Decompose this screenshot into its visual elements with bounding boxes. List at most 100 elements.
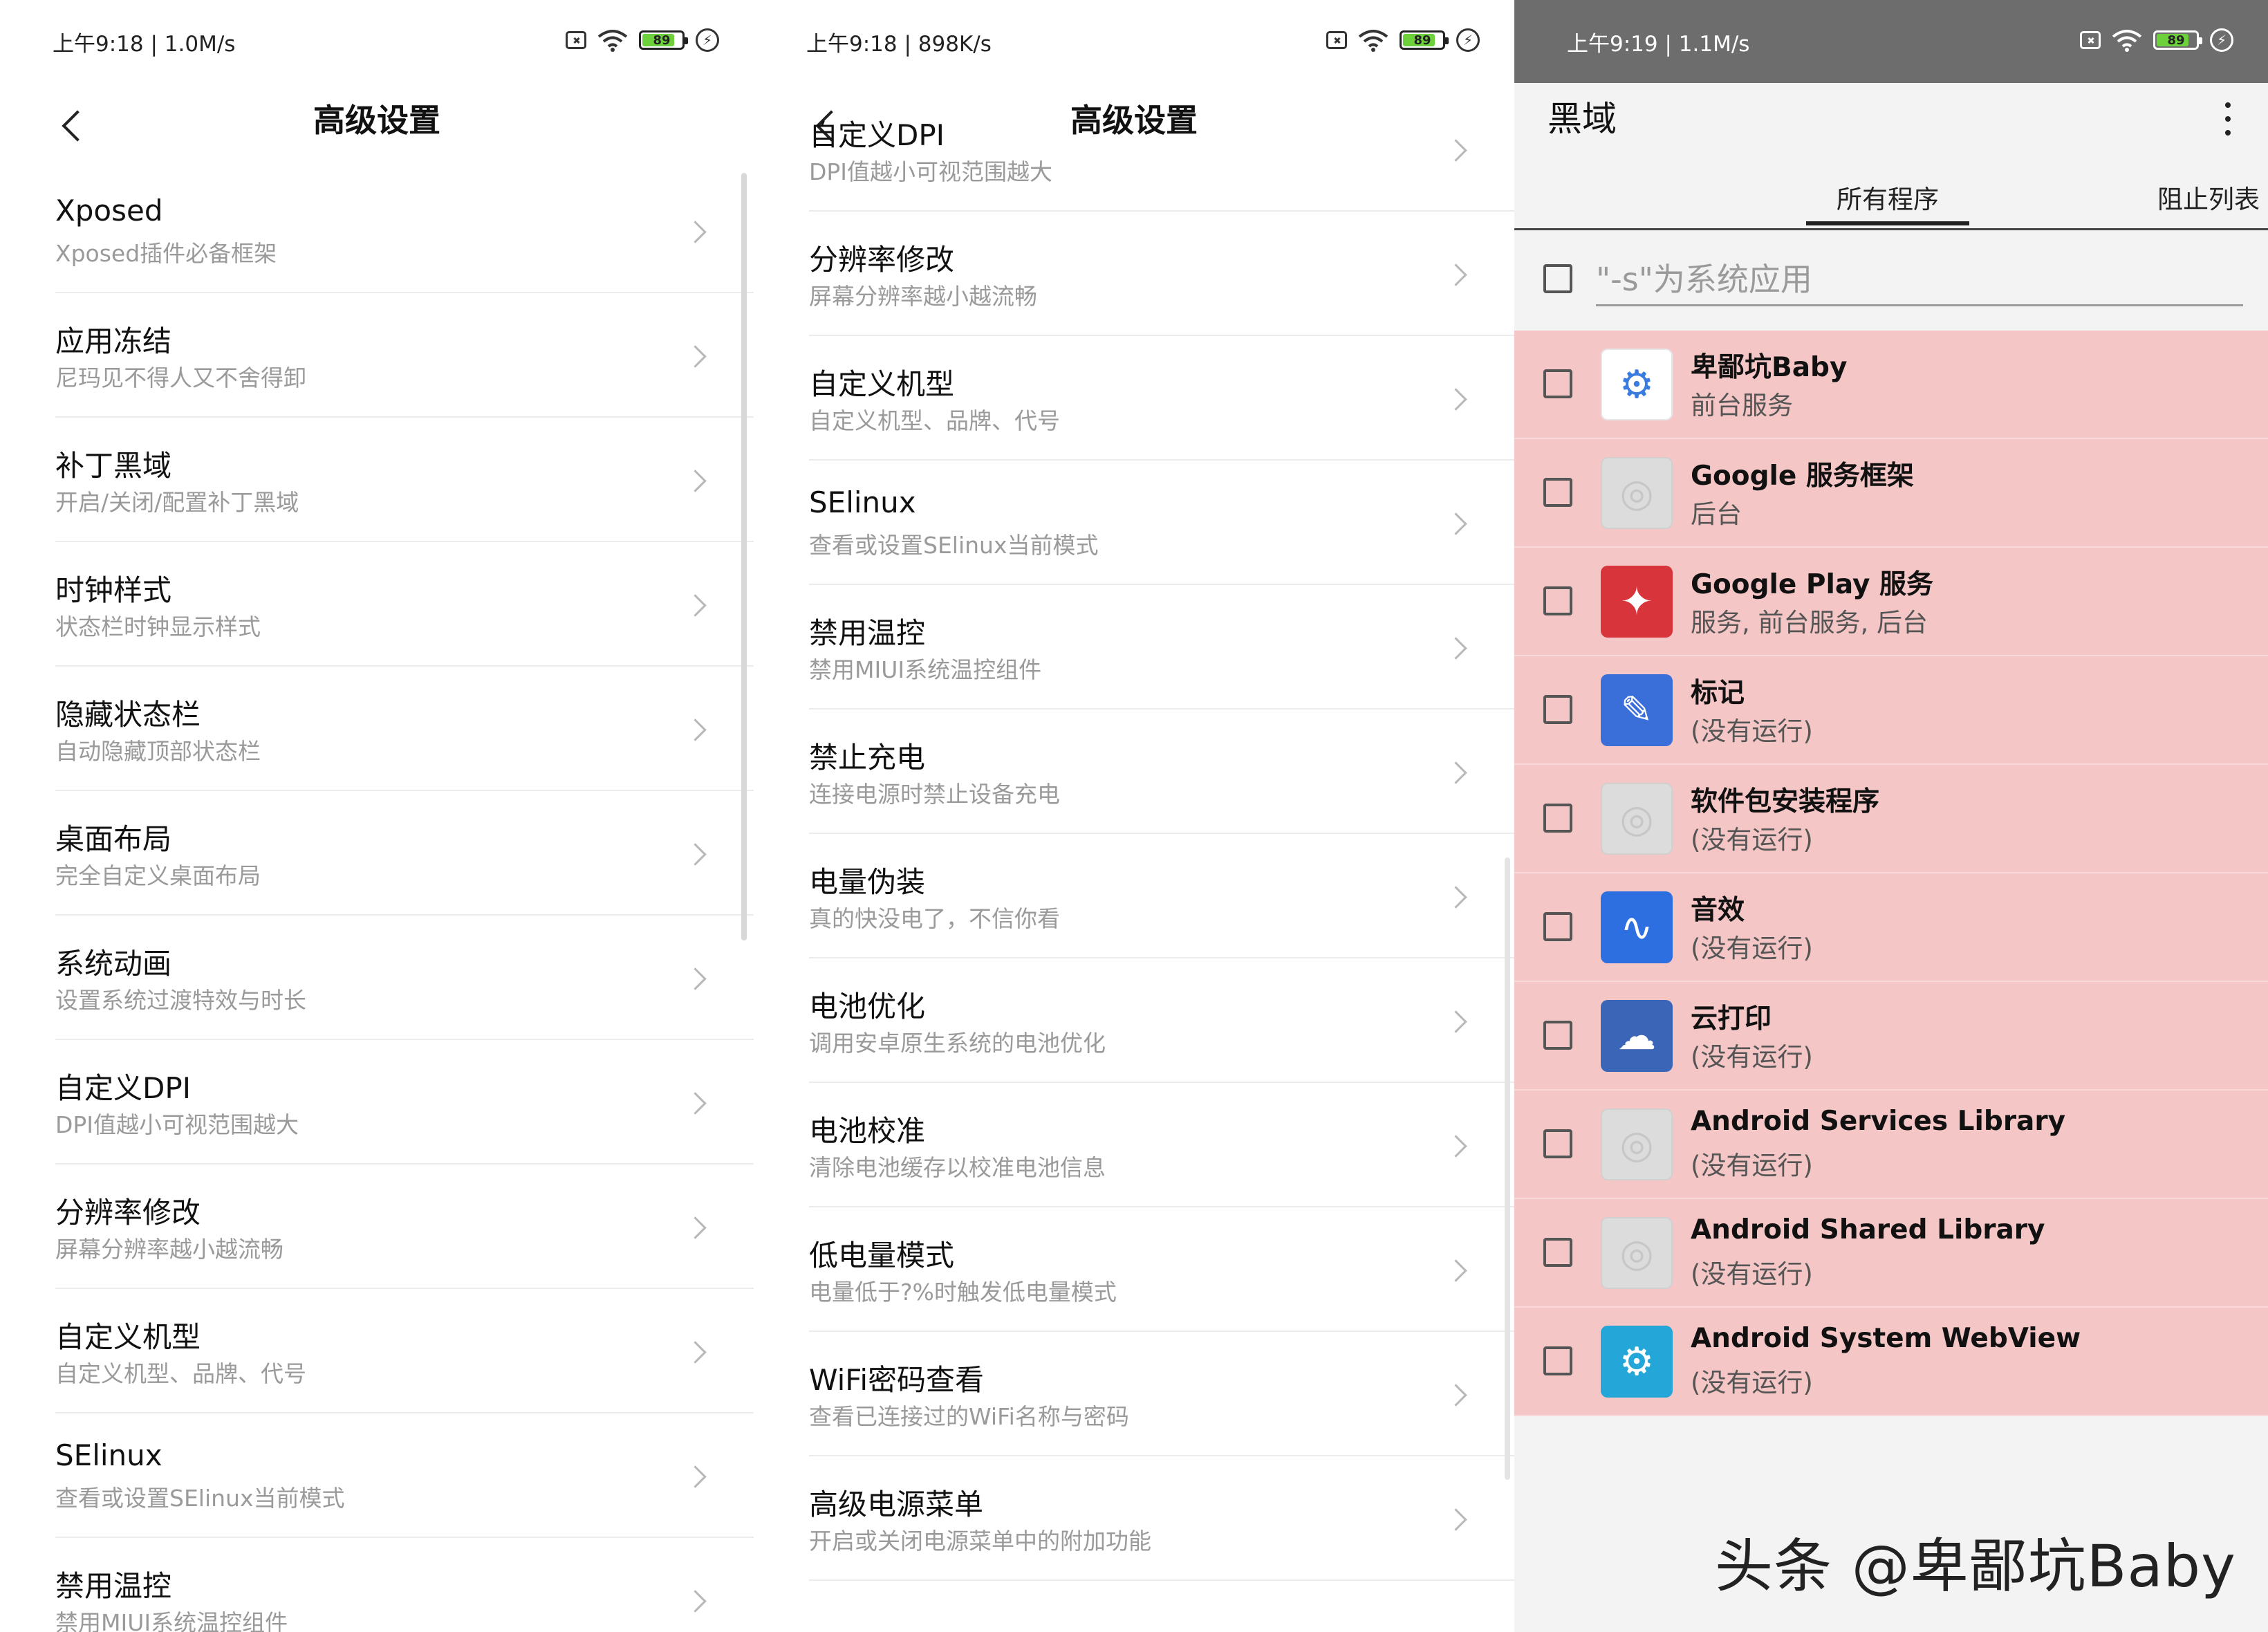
- chevron-right-icon: [683, 340, 714, 371]
- battery-icon: 89: [639, 30, 688, 50]
- item-subtitle: 状态栏时钟显示样式: [55, 613, 261, 640]
- chevron-right-icon: [683, 963, 714, 993]
- chevron-right-icon: [683, 1336, 714, 1366]
- settings-item[interactable]: 高级电源菜单 开启或关闭电源菜单中的附加功能: [754, 1456, 1514, 1581]
- settings-item[interactable]: 应用冻结 尼玛见不得人又不舍得卸: [0, 293, 754, 418]
- item-title: 自定义机型: [809, 367, 955, 401]
- app-row[interactable]: ✎ 标记 (没有运行): [1514, 656, 2268, 765]
- app-checkbox[interactable]: [1543, 1346, 1572, 1375]
- item-title: 时钟样式: [55, 573, 172, 607]
- placeholder-icon: ◎: [1601, 1109, 1673, 1180]
- settings-item[interactable]: 隐藏状态栏 自动隐藏顶部状态栏: [0, 667, 754, 791]
- blackdomain-panel: 上午9:19 | 1.1M/s 89 ⚡ 黑域 所有程序 阻止列表 "-s"为系…: [1514, 0, 2268, 1632]
- chevron-right-icon: [683, 465, 714, 495]
- item-title: SElinux: [55, 1438, 162, 1472]
- scrollbar[interactable]: [741, 173, 747, 940]
- app-status: (没有运行): [1691, 716, 1813, 746]
- more-options-icon[interactable]: [2214, 98, 2242, 140]
- tab-block-list[interactable]: 阻止列表: [2157, 178, 2260, 216]
- app-checkbox[interactable]: [1543, 1021, 1572, 1050]
- settings-item[interactable]: 禁用温控 禁用MIUI系统温控组件: [754, 585, 1514, 710]
- waveform-icon: ∿: [1601, 891, 1673, 963]
- wifi-icon: [597, 30, 628, 52]
- placeholder-icon: ◎: [1601, 783, 1673, 855]
- status-bar: 上午9:18 | 898K/s 89 ⚡: [754, 0, 1514, 83]
- filter-row: "-s"为系统应用: [1514, 235, 2268, 325]
- tab-bar: 所有程序 阻止列表: [1514, 166, 2268, 230]
- tab-all-programs[interactable]: 所有程序: [1806, 178, 1969, 225]
- app-checkbox[interactable]: [1543, 695, 1572, 724]
- item-title: 电池优化: [809, 990, 926, 1023]
- chevron-right-icon: [683, 1212, 714, 1242]
- chevron-right-icon: [683, 1087, 714, 1118]
- app-name: Android Shared Library: [1691, 1214, 2045, 1245]
- settings-item[interactable]: 补丁黑域 开启/关闭/配置补丁黑域: [0, 418, 754, 542]
- item-subtitle: 开启或关闭电源菜单中的附加功能: [809, 1528, 1151, 1555]
- app-row[interactable]: ◎ Android Services Library (没有运行): [1514, 1091, 2268, 1199]
- settings-item[interactable]: 自定义DPI DPI值越小可视范围越大: [754, 87, 1514, 212]
- item-subtitle: 查看或设置SElinux当前模式: [55, 1485, 345, 1512]
- app-name: Google Play 服务: [1691, 569, 1933, 600]
- app-row[interactable]: ⚙ Android System WebView (没有运行): [1514, 1308, 2268, 1416]
- settings-item[interactable]: Xposed Xposed插件必备框架: [0, 169, 754, 293]
- settings-item[interactable]: 时钟样式状态栏时钟显示样式: [0, 542, 754, 667]
- settings-item[interactable]: SElinux 查看或设置SElinux当前模式: [0, 1413, 754, 1538]
- pen-icon: ✎: [1601, 674, 1673, 746]
- title-bar: 高级设置: [0, 83, 754, 169]
- app-checkbox[interactable]: [1543, 1238, 1572, 1267]
- settings-item[interactable]: 系统动画 设置系统过渡特效与时长: [0, 916, 754, 1040]
- settings-item[interactable]: 分辨率修改 屏幕分辨率越小越流畅: [0, 1165, 754, 1289]
- chevron-right-icon: [683, 589, 714, 620]
- item-subtitle: 调用安卓原生系统的电池优化: [809, 1030, 1106, 1057]
- status-time: 上午9:18 | 1.0M/s: [53, 32, 236, 57]
- settings-item[interactable]: 自定义DPI DPI值越小可视范围越大: [0, 1040, 754, 1165]
- app-row[interactable]: ⚙ 卑鄙坑Baby 前台服务: [1514, 331, 2268, 439]
- notification-icon: [1326, 31, 1347, 49]
- app-checkbox[interactable]: [1543, 369, 1572, 398]
- app-row[interactable]: ✦ Google Play 服务 服务, 前台服务, 后台: [1514, 548, 2268, 656]
- settings-item[interactable]: 禁止充电 连接电源时禁止设备充电: [754, 710, 1514, 834]
- app-name: 云打印: [1691, 1003, 1772, 1035]
- chevron-right-icon: [1444, 1254, 1474, 1285]
- settings-item[interactable]: 电池校准 清除电池缓存以校准电池信息: [754, 1083, 1514, 1207]
- chevron-right-icon: [1444, 383, 1474, 414]
- chevron-right-icon: [683, 838, 714, 869]
- status-icons: 89 ⚡: [2080, 25, 2233, 55]
- status-bar: 上午9:18 | 1.0M/s 89 ⚡: [0, 0, 754, 83]
- settings-item[interactable]: SElinux 查看或设置SElinux当前模式: [754, 461, 1514, 585]
- app-row[interactable]: ∿ 音效 (没有运行): [1514, 873, 2268, 982]
- app-checkbox[interactable]: [1543, 1129, 1572, 1158]
- settings-item[interactable]: 桌面布局 完全自定义桌面布局: [0, 791, 754, 916]
- settings-item[interactable]: 分辨率修改 屏幕分辨率越小越流畅: [754, 212, 1514, 336]
- wifi-icon: [1358, 30, 1388, 52]
- item-title: 分辨率修改: [809, 243, 955, 277]
- settings-item[interactable]: 低电量模式 电量低于?%时触发低电量模式: [754, 1207, 1514, 1332]
- settings-item[interactable]: 自定义机型 自定义机型、品牌、代号: [754, 336, 1514, 461]
- cloud-print-icon: ☁: [1601, 1000, 1673, 1072]
- app-checkbox[interactable]: [1543, 586, 1572, 615]
- item-title: 低电量模式: [809, 1239, 955, 1272]
- puzzle-icon: ✦: [1601, 566, 1673, 638]
- settings-panel-1: 上午9:18 | 1.0M/s 89 ⚡ 高级设置 Xposed Xposed插件…: [0, 0, 754, 1632]
- app-checkbox[interactable]: [1543, 478, 1572, 507]
- app-row[interactable]: ◎ 软件包安装程序 (没有运行): [1514, 765, 2268, 873]
- settings-item[interactable]: 电量伪装 真的快没电了，不信你看: [754, 834, 1514, 958]
- app-row[interactable]: ◎ Google 服务框架 后台: [1514, 439, 2268, 548]
- system-apps-checkbox[interactable]: [1543, 264, 1572, 293]
- divider: [809, 1579, 1514, 1581]
- app-status: (没有运行): [1691, 1042, 1813, 1072]
- app-status: 后台: [1691, 499, 1742, 529]
- item-title: 禁用温控: [55, 1569, 172, 1603]
- filter-input[interactable]: "-s"为系统应用: [1596, 254, 1812, 300]
- app-checkbox[interactable]: [1543, 912, 1572, 941]
- item-title: 自定义DPI: [809, 118, 945, 152]
- app-row[interactable]: ◎ Android Shared Library (没有运行): [1514, 1199, 2268, 1308]
- settings-item[interactable]: 电池优化调用安卓原生系统的电池优化: [754, 958, 1514, 1083]
- scrollbar[interactable]: [1505, 857, 1510, 1480]
- settings-item[interactable]: WiFi密码查看 查看已连接过的WiFi名称与密码: [754, 1332, 1514, 1456]
- settings-item[interactable]: 禁用温控 禁用MIUI系统温控组件: [0, 1538, 754, 1632]
- settings-item[interactable]: 自定义机型 自定义机型、品牌、代号: [0, 1289, 754, 1413]
- app-status: 服务, 前台服务, 后台: [1691, 608, 1928, 638]
- app-checkbox[interactable]: [1543, 804, 1572, 833]
- app-row[interactable]: ☁ 云打印 (没有运行): [1514, 982, 2268, 1091]
